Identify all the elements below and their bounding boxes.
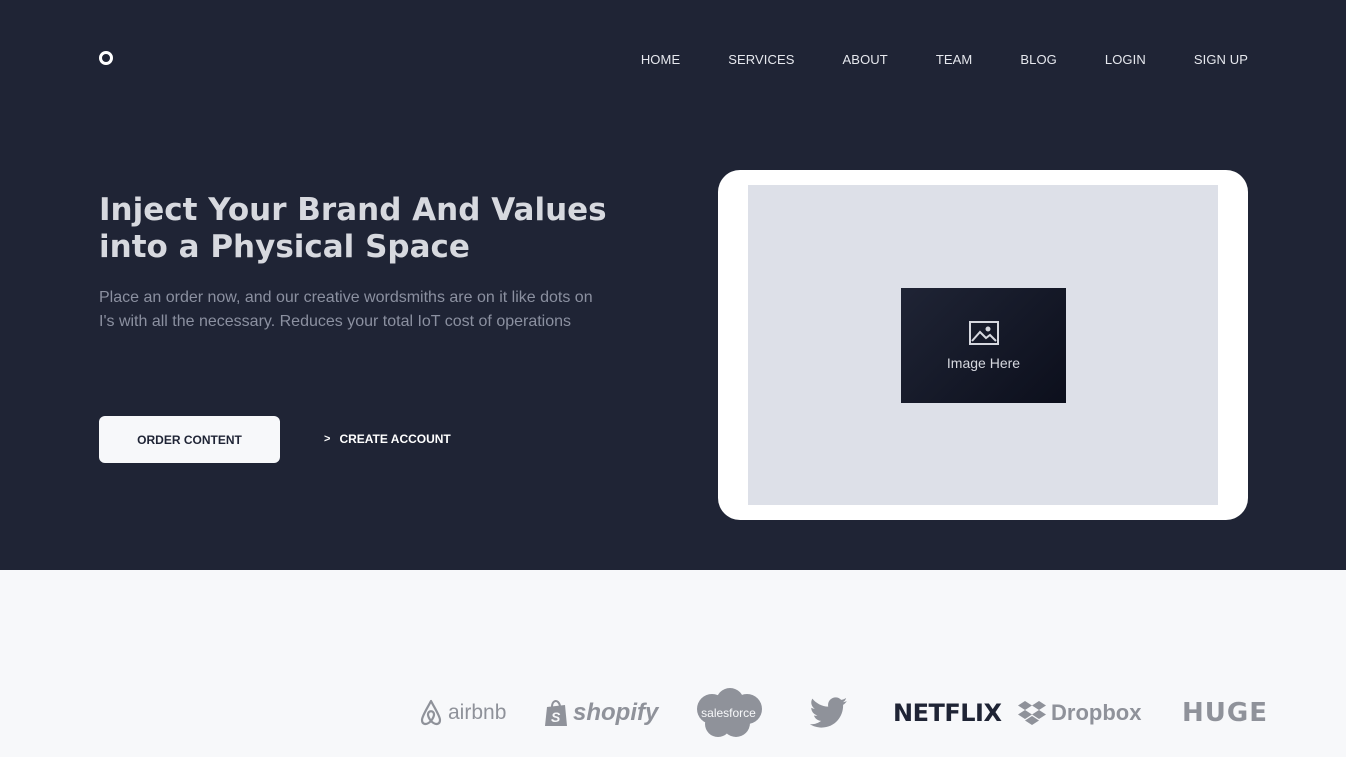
huge-wordmark: HUGE: [1182, 698, 1268, 728]
nav-home[interactable]: HOME: [641, 52, 680, 68]
main-nav: HOME SERVICES ABOUT TEAM BLOG LOGIN SIGN…: [641, 52, 1248, 68]
brand-logos-row: airbnb S shopify salesforce NETFLIX Drop…: [0, 688, 1346, 738]
image-placeholder: Image Here: [901, 288, 1066, 403]
logo-ring-icon[interactable]: [99, 51, 113, 65]
dropbox-icon: [1018, 701, 1046, 725]
create-account-label: CREATE ACCOUNT: [339, 432, 451, 446]
nav-login[interactable]: LOGIN: [1105, 52, 1146, 68]
huge-logo: HUGE: [1182, 688, 1268, 738]
hero-section: HOME SERVICES ABOUT TEAM BLOG LOGIN SIGN…: [0, 0, 1346, 570]
salesforce-wordmark: salesforce: [701, 706, 756, 720]
twitter-bird-icon: [810, 697, 848, 728]
shopify-wordmark: shopify: [573, 699, 659, 726]
nav-signup[interactable]: SIGN UP: [1194, 52, 1248, 68]
order-content-button[interactable]: ORDER CONTENT: [99, 416, 280, 463]
airbnb-icon: [420, 699, 442, 726]
shopify-logo: S shopify: [543, 688, 658, 738]
airbnb-logo: airbnb: [418, 688, 506, 738]
shopify-bag-icon: S: [545, 700, 567, 726]
salesforce-logo: salesforce: [692, 688, 765, 738]
hero-subtext: Place an order now, and our creative wor…: [99, 289, 593, 330]
nav-about[interactable]: ABOUT: [843, 52, 888, 68]
nav-blog[interactable]: BLOG: [1020, 52, 1057, 68]
image-frame-inner: Image Here: [748, 185, 1218, 505]
twitter-logo: [810, 688, 848, 738]
nav-services[interactable]: SERVICES: [728, 52, 794, 68]
dropbox-wordmark: Dropbox: [1051, 700, 1142, 725]
hero-headline: Inject Your Brand And Values into a Phys…: [99, 192, 607, 265]
chevron-right-icon: >: [324, 433, 331, 445]
dropbox-logo: Dropbox: [1017, 688, 1141, 738]
svg-text:S: S: [551, 709, 561, 725]
image-icon: [968, 320, 999, 345]
netflix-logo: NETFLIX: [893, 688, 1002, 738]
netflix-wordmark: NETFLIX: [893, 699, 1002, 727]
image-placeholder-label: Image Here: [946, 354, 1021, 371]
airbnb-wordmark: airbnb: [448, 701, 507, 724]
nav-team[interactable]: TEAM: [936, 52, 973, 68]
image-frame: Image Here: [718, 170, 1248, 520]
create-account-link[interactable]: > CREATE ACCOUNT: [324, 432, 451, 446]
